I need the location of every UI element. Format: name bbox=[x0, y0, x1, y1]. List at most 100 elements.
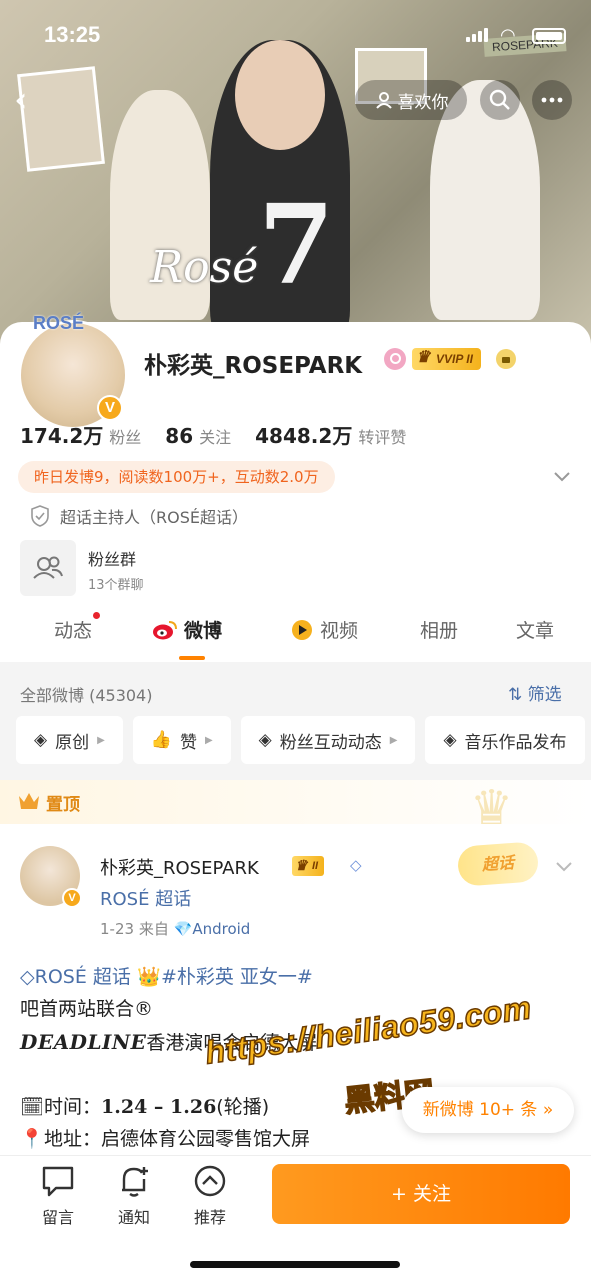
search-badge-icon[interactable] bbox=[384, 348, 406, 370]
location-pin-icon: 📍 bbox=[20, 1128, 44, 1150]
thumbs-up-icon: 👍 bbox=[150, 730, 172, 750]
post-line-2: 吧首两站联合® bbox=[20, 998, 154, 1020]
tab-article[interactable]: 文章 bbox=[516, 616, 554, 643]
tab-active-indicator bbox=[179, 656, 205, 660]
post-topic-link[interactable]: ROSÉ 超话 bbox=[35, 966, 131, 988]
diamond-icon: ◇ bbox=[350, 856, 362, 874]
video-icon bbox=[292, 619, 312, 640]
filter-icon: ⇅ bbox=[508, 685, 523, 705]
post-meta: 1-23 来自 💎Android bbox=[100, 918, 250, 939]
calendar-icon: 🗓 bbox=[20, 1096, 45, 1118]
follow-button[interactable]: + 关注 bbox=[272, 1164, 570, 1224]
chip-music-release[interactable]: ◈ 音乐作品发布 bbox=[425, 716, 585, 764]
double-chevron-down-icon: » bbox=[542, 1100, 554, 1120]
stat-interactions[interactable]: 4848.2万 转评赞 bbox=[255, 420, 406, 449]
chevron-down-icon[interactable] bbox=[554, 856, 574, 876]
profile-tabs: 动态 微博 视频 相册 文章 bbox=[0, 612, 591, 662]
vvip-badge[interactable]: VVIP II bbox=[412, 347, 481, 370]
post-hashtag[interactable]: #朴彩英 亚女一# bbox=[161, 966, 313, 988]
avatar[interactable]: ROSÉ V bbox=[18, 313, 128, 430]
post-line-5: 📍地址：启德体育公园零售馆大屏 bbox=[20, 1128, 311, 1150]
super-topic-tag[interactable]: 超话 bbox=[456, 841, 540, 887]
status-time: 13:25 bbox=[44, 22, 101, 47]
chevron-down-icon[interactable] bbox=[552, 466, 572, 486]
tab-weibo[interactable]: 微博 bbox=[152, 616, 222, 643]
all-weibo-count: 全部微博 (45304) bbox=[20, 686, 153, 705]
filter-area: 全部微博 (45304) ⇅ 筛选 ◈ 原创 ▶ 👍 赞 ▶ ◈ 粉丝互动动态 ▶ ◈ 音乐作… bbox=[0, 662, 591, 780]
layers-icon: ◈ bbox=[443, 730, 457, 750]
android-diamond-icon: 💎 bbox=[173, 920, 193, 938]
more-icon bbox=[541, 97, 563, 103]
chip-original[interactable]: ◈ 原创 ▶ bbox=[16, 716, 123, 764]
recommend-button[interactable]: 推荐 bbox=[180, 1164, 240, 1228]
filter-chips: ◈ 原创 ▶ 👍 赞 ▶ ◈ 粉丝互动动态 ▶ ◈ 音乐作品发布 bbox=[16, 716, 585, 764]
verified-icon: V bbox=[62, 888, 82, 908]
stat-following[interactable]: 86 关注 bbox=[165, 424, 231, 448]
search-button[interactable] bbox=[480, 80, 520, 120]
fan-group[interactable]: 粉丝群 13个群聊 bbox=[20, 540, 320, 598]
tab-video[interactable]: 视频 bbox=[290, 616, 358, 643]
lock-badge-icon[interactable] bbox=[496, 349, 516, 369]
stat-interactions-num: 4848.2万 bbox=[255, 424, 353, 448]
stat-interactions-label: 转评赞 bbox=[358, 428, 407, 447]
tab-album[interactable]: 相册 bbox=[420, 616, 458, 643]
post-line-4: 🗓时间：1.24 – 1.26(轮播) bbox=[20, 1096, 270, 1118]
pinned-label: 置顶 bbox=[46, 795, 80, 815]
pinned-header: 置顶 ♛ bbox=[0, 780, 591, 836]
post-topic[interactable]: ROSÉ 超话 bbox=[100, 885, 191, 911]
like-person-icon bbox=[375, 92, 392, 109]
bottom-bar: 留言 通知 推荐 + 关注 bbox=[0, 1155, 591, 1280]
group-icon bbox=[20, 540, 76, 596]
post-source: 💎Android bbox=[173, 920, 251, 938]
activity-summary[interactable]: 昨日发博9，阅读数100万+，互动数2.0万 bbox=[18, 461, 335, 493]
stat-fans-num: 174.2万 bbox=[20, 424, 104, 448]
post-date: 1-23 bbox=[100, 920, 135, 938]
profile-card: ROSÉ V 朴彩英_ROSEPARK VVIP II 174.2万粉丝 86 关… bbox=[0, 313, 591, 662]
profile-name: 朴彩英_ROSEPARK bbox=[144, 353, 363, 379]
diamond-icon: ◇ bbox=[20, 966, 35, 988]
wifi-icon: ◠ bbox=[500, 25, 516, 46]
fan-group-subtitle: 13个群聊 bbox=[88, 578, 144, 593]
signal-icon bbox=[466, 28, 488, 42]
back-icon[interactable]: ‹ bbox=[14, 80, 50, 120]
post-line-1: ◇ROSÉ 超话 👑#朴彩英 亚女一# bbox=[20, 962, 313, 989]
post-author[interactable]: 朴彩英_ROSEPARK bbox=[100, 854, 259, 880]
more-button[interactable] bbox=[532, 80, 572, 120]
comment-button[interactable]: 留言 bbox=[28, 1164, 88, 1228]
chevron-up-circle-icon bbox=[194, 1165, 226, 1197]
layers-icon: ◈ bbox=[34, 730, 48, 750]
post-avatar[interactable]: V bbox=[20, 846, 82, 908]
filter-button[interactable]: ⇅ 筛选 bbox=[508, 680, 562, 705]
verified-icon: V bbox=[97, 395, 123, 421]
weibo-logo-icon bbox=[153, 620, 177, 639]
red-dot-icon bbox=[93, 612, 101, 619]
host-label: 超话主持人（ROSÉ超话） bbox=[60, 508, 248, 527]
like-button-label: 喜欢你 bbox=[397, 92, 449, 113]
avatar-caption: ROSÉ bbox=[33, 313, 85, 333]
stat-following-num: 86 bbox=[165, 424, 194, 448]
crown-icon bbox=[19, 793, 39, 809]
status-bar: 13:25 ◠ bbox=[0, 0, 591, 64]
comment-icon bbox=[42, 1166, 74, 1197]
new-posts-button[interactable]: 新微博 10+ 条 » bbox=[402, 1087, 574, 1133]
chip-likes[interactable]: 👍 赞 ▶ bbox=[132, 716, 231, 764]
home-indicator[interactable] bbox=[190, 1261, 400, 1268]
notify-button[interactable]: 通知 bbox=[104, 1164, 164, 1228]
shield-icon bbox=[31, 505, 49, 527]
like-button[interactable]: 喜欢你 bbox=[355, 80, 467, 120]
filter-label: 筛选 bbox=[527, 685, 562, 705]
profile-stats: 174.2万 粉丝 86 关注 4848.2万 转评赞 bbox=[20, 420, 406, 449]
bell-icon bbox=[122, 1167, 148, 1197]
post-from: 来自 bbox=[138, 920, 169, 938]
stat-fans[interactable]: 174.2万 粉丝 bbox=[20, 420, 141, 449]
search-icon bbox=[489, 89, 510, 110]
banner-jersey-number: 7 bbox=[258, 180, 335, 309]
post-author-badge: II bbox=[292, 855, 325, 876]
banner-script-text: Rosé bbox=[150, 242, 259, 293]
host-info[interactable]: 超话主持人（ROSÉ超话） bbox=[30, 504, 248, 528]
stat-fans-label: 粉丝 bbox=[109, 428, 142, 447]
tab-dynamic[interactable]: 动态 bbox=[54, 612, 101, 643]
battery-icon bbox=[532, 28, 566, 44]
chip-fan-interaction[interactable]: ◈ 粉丝互动动态 ▶ bbox=[240, 716, 416, 764]
crown-emoji-icon: 👑 bbox=[137, 966, 161, 988]
